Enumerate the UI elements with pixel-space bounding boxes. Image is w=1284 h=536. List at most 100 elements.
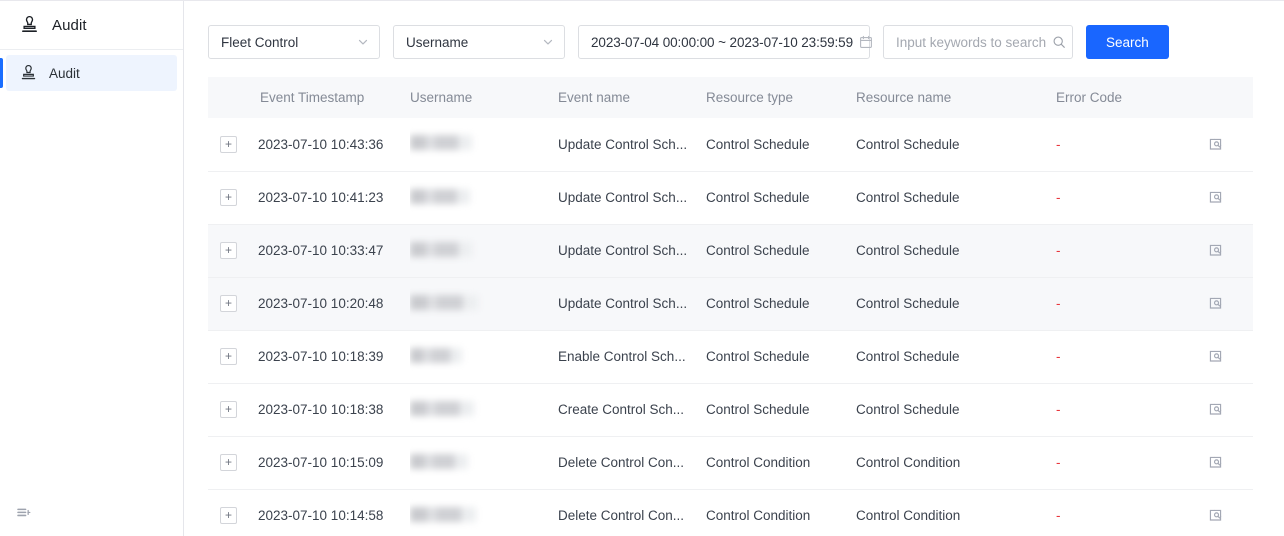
cell-resource-type: Control Condition — [706, 436, 856, 489]
sidebar-header-label: Audit — [52, 17, 87, 34]
table-row[interactable]: +2023-07-10 10:18:39Enable Control Sch..… — [208, 330, 1253, 383]
expand-row-button[interactable]: + — [220, 295, 237, 312]
error-code-value: - — [1056, 243, 1061, 258]
expand-row-button[interactable]: + — [220, 507, 237, 524]
search-button[interactable]: Search — [1086, 25, 1169, 59]
date-range-value: 2023-07-04 00:00:00 ~ 2023-07-10 23:59:5… — [591, 35, 853, 50]
table-row[interactable]: +2023-07-10 10:41:23 Update Control Sch..… — [208, 171, 1253, 224]
cell-error-code: - — [1056, 436, 1208, 489]
inspect-detail-icon[interactable] — [1208, 243, 1223, 258]
cell-error-code: - — [1056, 277, 1208, 330]
cell-timestamp: 2023-07-10 10:33:47 — [258, 224, 410, 277]
table-row[interactable]: +2023-07-10 10:43:36Update Control Sch..… — [208, 118, 1253, 171]
cell-timestamp: 2023-07-10 10:15:09 — [258, 436, 410, 489]
expand-row-button[interactable]: + — [220, 454, 237, 471]
inspect-detail-icon[interactable] — [1208, 508, 1223, 523]
sidebar-item-audit[interactable]: Audit — [6, 55, 177, 91]
cell-timestamp: 2023-07-10 10:18:39 — [258, 330, 410, 383]
cell-username — [410, 224, 558, 277]
table-header: Event Timestamp Username Event name Reso… — [208, 77, 1253, 118]
column-header-timestamp-label: Event Timestamp — [258, 90, 410, 105]
row-expand-cell: + — [208, 330, 258, 383]
sidebar-header: Audit — [0, 1, 183, 50]
redacted-username — [410, 135, 472, 150]
inspect-detail-icon[interactable] — [1208, 296, 1223, 311]
redacted-username — [410, 189, 470, 204]
sidebar-item-label: Audit — [49, 66, 80, 81]
cell-error-code: - — [1056, 118, 1208, 171]
inspect-detail-icon[interactable] — [1208, 455, 1223, 470]
redacted-username — [410, 295, 478, 310]
cell-resource-name: Control Schedule — [856, 118, 1056, 171]
cell-resource-type: Control Schedule — [706, 224, 856, 277]
row-expand-cell: + — [208, 489, 258, 536]
error-code-value: - — [1056, 455, 1061, 470]
cell-actions — [1208, 489, 1253, 536]
cell-event-name: Update Control Sch... — [558, 171, 706, 224]
cell-resource-name: Control Schedule — [856, 171, 1056, 224]
expand-row-button[interactable]: + — [220, 401, 237, 418]
table-row[interactable]: +2023-07-10 10:15:09 Delete Control Con..… — [208, 436, 1253, 489]
filter-toolbar: Fleet Control Username 2023-07-04 00:00:… — [184, 1, 1284, 59]
cell-event-name: Create Control Sch... — [558, 383, 706, 436]
cell-error-code: - — [1056, 224, 1208, 277]
inspect-detail-icon[interactable] — [1208, 190, 1223, 205]
search-input[interactable]: Input keywords to search — [883, 25, 1073, 59]
cell-event-name: Delete Control Con... — [558, 489, 706, 536]
cell-timestamp: 2023-07-10 10:20:48 — [258, 277, 410, 330]
cell-actions — [1208, 330, 1253, 383]
table-row[interactable]: +2023-07-10 10:14:58Delete Control Con..… — [208, 489, 1253, 536]
chevron-down-icon — [542, 36, 554, 48]
expand-row-button[interactable]: + — [220, 348, 237, 365]
cell-username — [410, 171, 558, 224]
error-code-value: - — [1056, 508, 1061, 523]
cell-username — [410, 383, 558, 436]
search-input-placeholder: Input keywords to search — [896, 35, 1046, 50]
audit-table-container: Event Timestamp Username Event name Reso… — [208, 77, 1252, 536]
cell-resource-type: Control Schedule — [706, 383, 856, 436]
product-select[interactable]: Fleet Control — [208, 25, 380, 59]
sidebar-footer — [0, 492, 183, 536]
inspect-detail-icon[interactable] — [1208, 402, 1223, 417]
cell-resource-name: Control Condition — [856, 489, 1056, 536]
cell-timestamp: 2023-07-10 10:18:38 — [258, 383, 410, 436]
redacted-username — [410, 242, 472, 257]
cell-error-code: - — [1056, 330, 1208, 383]
redacted-username — [410, 507, 476, 522]
cell-resource-name: Control Schedule — [856, 383, 1056, 436]
inspect-detail-icon[interactable] — [1208, 137, 1223, 152]
table-row[interactable]: +2023-07-10 10:33:47Update Control Sch..… — [208, 224, 1253, 277]
redacted-username — [410, 348, 462, 363]
column-header-error-code: Error Code — [1056, 77, 1208, 118]
cell-resource-type: Control Schedule — [706, 118, 856, 171]
row-expand-cell: + — [208, 277, 258, 330]
sidebar: Audit Audit — [0, 1, 184, 536]
redacted-username — [410, 454, 468, 469]
expand-row-button[interactable]: + — [220, 136, 237, 153]
chevron-down-icon — [357, 36, 369, 48]
redacted-username — [410, 401, 474, 416]
cell-timestamp: 2023-07-10 10:41:23 — [258, 171, 410, 224]
row-expand-cell: + — [208, 383, 258, 436]
cell-error-code: - — [1056, 489, 1208, 536]
error-code-value: - — [1056, 349, 1061, 364]
field-select[interactable]: Username — [393, 25, 565, 59]
column-header-expand — [208, 77, 258, 118]
cell-username — [410, 277, 558, 330]
cell-actions — [1208, 224, 1253, 277]
menu-fold-icon[interactable] — [14, 504, 34, 524]
cell-username — [410, 489, 558, 536]
cell-actions — [1208, 383, 1253, 436]
table-row[interactable]: +2023-07-10 10:18:38 Create Control Sch..… — [208, 383, 1253, 436]
date-range-picker[interactable]: 2023-07-04 00:00:00 ~ 2023-07-10 23:59:5… — [578, 25, 870, 59]
cell-error-code: - — [1056, 171, 1208, 224]
audit-stamp-icon — [18, 14, 40, 36]
table-row[interactable]: +2023-07-10 10:20:48Update Control Sch..… — [208, 277, 1253, 330]
column-header-timestamp: Event Timestamp — [258, 77, 410, 118]
column-header-resource-name: Resource name — [856, 77, 1056, 118]
expand-row-button[interactable]: + — [220, 189, 237, 206]
error-code-value: - — [1056, 137, 1061, 152]
inspect-detail-icon[interactable] — [1208, 349, 1223, 364]
cell-event-name: Delete Control Con... — [558, 436, 706, 489]
expand-row-button[interactable]: + — [220, 242, 237, 259]
